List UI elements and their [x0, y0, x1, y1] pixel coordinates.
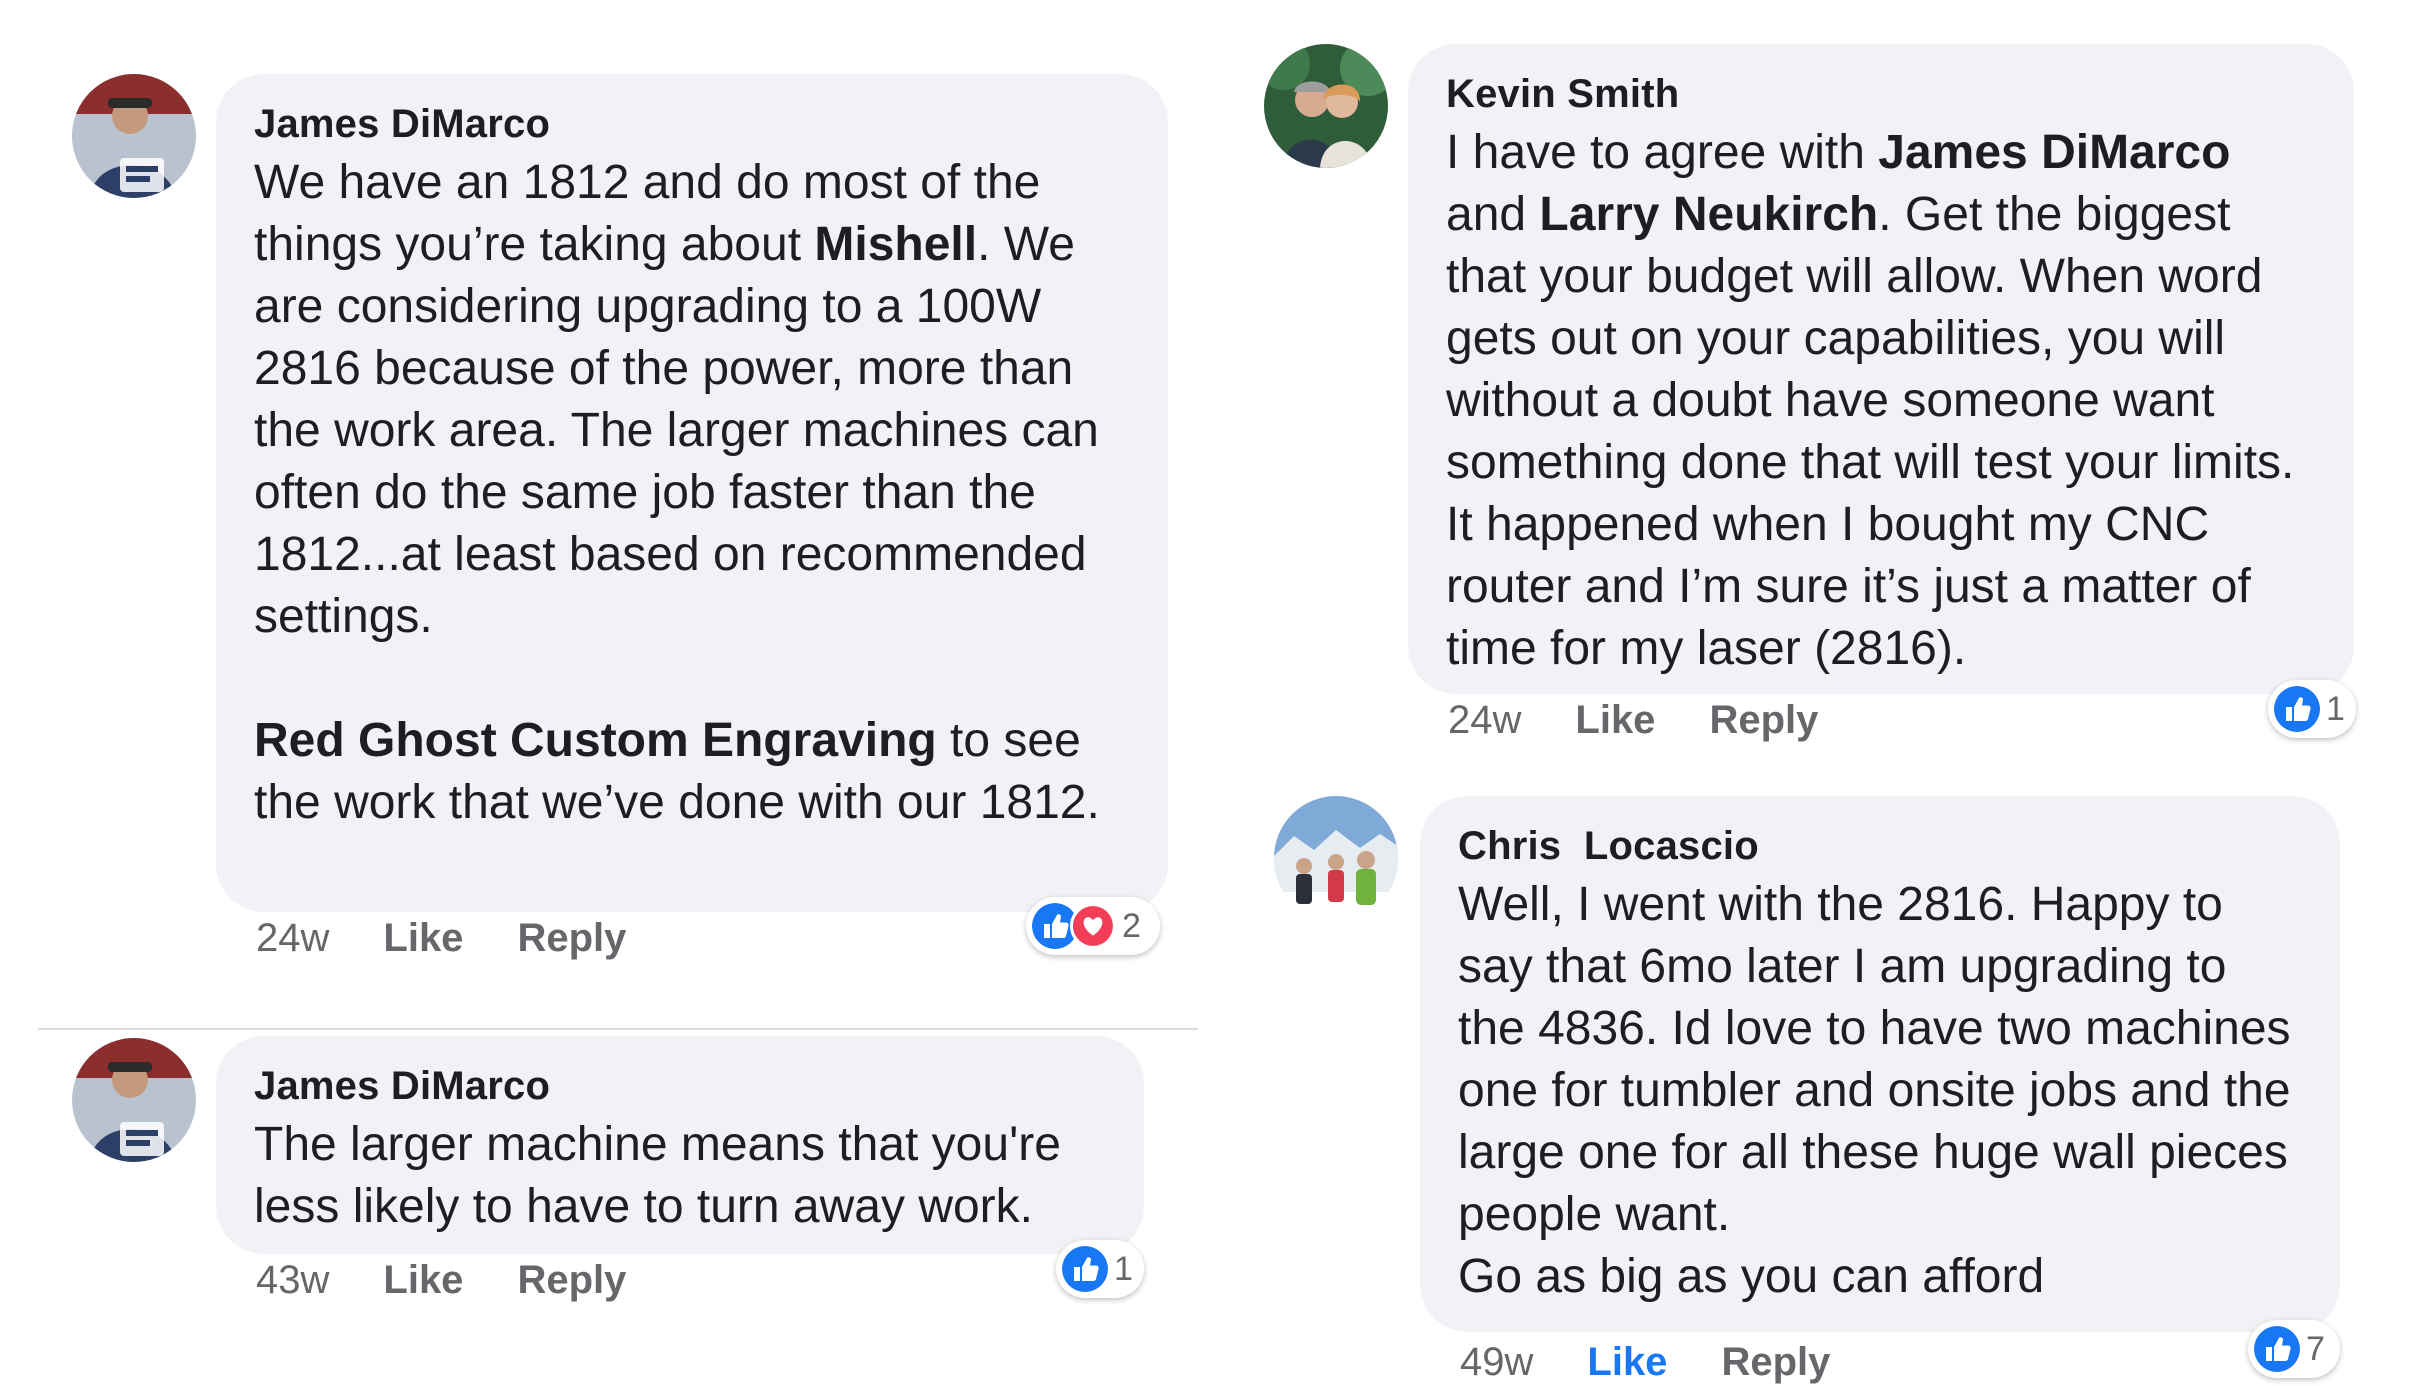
profile-photo-icon — [72, 74, 196, 198]
reaction-count: 7 — [2306, 1329, 2325, 1368]
comment-bubble: James DiMarco The larger machine means t… — [216, 1036, 1144, 1254]
comment-actions: 49w Like Reply — [1460, 1340, 1830, 1385]
love-icon — [1070, 903, 1116, 949]
like-button[interactable]: Like — [1587, 1340, 1667, 1385]
like-button[interactable]: Like — [383, 1258, 463, 1303]
avatar-chris-locascio[interactable] — [1274, 796, 1398, 920]
profile-photo-icon — [1264, 44, 1388, 168]
timestamp[interactable]: 24w — [256, 916, 329, 961]
reactions-badge[interactable]: 1 — [1056, 1240, 1144, 1298]
comment-bubble: Chris Locascio Well, I went with the 281… — [1420, 796, 2340, 1332]
mention-link[interactable]: Mishell — [814, 218, 977, 271]
comment-text-part: . We are considering upgrading to a 100W… — [254, 218, 1099, 643]
timestamp[interactable]: 49w — [1460, 1340, 1533, 1385]
comment-text-part: I have to agree with — [1446, 126, 1879, 179]
comment-text-part: Go as big as you can afford — [1458, 1250, 2045, 1303]
comment-text: Well, I went with the 2816. Happy to say… — [1458, 874, 2302, 1308]
reactions-badge[interactable]: 7 — [2248, 1320, 2340, 1378]
avatar-james-dimarco[interactable] — [72, 74, 196, 198]
timestamp[interactable]: 24w — [1448, 698, 1521, 743]
comment-text-part: and — [1446, 188, 1540, 241]
reaction-count: 1 — [1114, 1249, 1133, 1288]
reply-button[interactable]: Reply — [1721, 1340, 1830, 1385]
reply-button[interactable]: Reply — [1709, 698, 1818, 743]
comment-actions: 43w Like Reply — [256, 1258, 626, 1303]
like-icon — [2254, 1326, 2300, 1372]
like-icon — [2274, 686, 2320, 732]
comment-author[interactable]: Chris Locascio — [1458, 818, 2302, 874]
like-button[interactable]: Like — [1575, 698, 1655, 743]
mention-link[interactable]: Red Ghost Custom Engraving — [254, 714, 937, 767]
comment-actions: 24w Like Reply — [1448, 698, 1818, 743]
reaction-count: 1 — [2326, 689, 2345, 728]
like-button[interactable]: Like — [383, 916, 463, 961]
comment-bubble: Kevin Smith I have to agree with James D… — [1408, 44, 2354, 694]
comment-bubble: James DiMarco We have an 1812 and do mos… — [216, 74, 1168, 912]
timestamp[interactable]: 43w — [256, 1258, 329, 1303]
reply-button[interactable]: Reply — [517, 916, 626, 961]
comment-author[interactable]: James DiMarco — [254, 96, 1130, 152]
reactions-badge[interactable]: 2 — [1026, 897, 1160, 955]
profile-photo-icon — [1274, 796, 1398, 920]
mention-link[interactable]: James DiMarco — [1878, 126, 2230, 179]
comment-author[interactable]: Kevin Smith — [1446, 66, 2316, 122]
comment-actions: 24w Like Reply — [256, 916, 626, 961]
comment-divider — [38, 1028, 1198, 1030]
comment-author[interactable]: James DiMarco — [254, 1058, 1106, 1114]
avatar-kevin-smith[interactable] — [1264, 44, 1388, 168]
reactions-badge[interactable]: 1 — [2268, 680, 2356, 738]
profile-photo-icon — [72, 1038, 196, 1162]
reply-button[interactable]: Reply — [517, 1258, 626, 1303]
comment-text-part: . Get the biggest that your budget will … — [1446, 188, 2295, 675]
comment-text-part: Well, I went with the 2816. Happy to say… — [1458, 878, 2291, 1241]
mention-link[interactable]: Larry Neukirch — [1539, 188, 1878, 241]
like-icon — [1062, 1246, 1108, 1292]
comment-text: I have to agree with James DiMarco and L… — [1446, 122, 2316, 680]
comment-text: The larger machine means that you're les… — [254, 1118, 1061, 1233]
reaction-count: 2 — [1122, 906, 1141, 945]
comment-text: We have an 1812 and do most of the thing… — [254, 152, 1130, 834]
avatar-james-dimarco[interactable] — [72, 1038, 196, 1162]
